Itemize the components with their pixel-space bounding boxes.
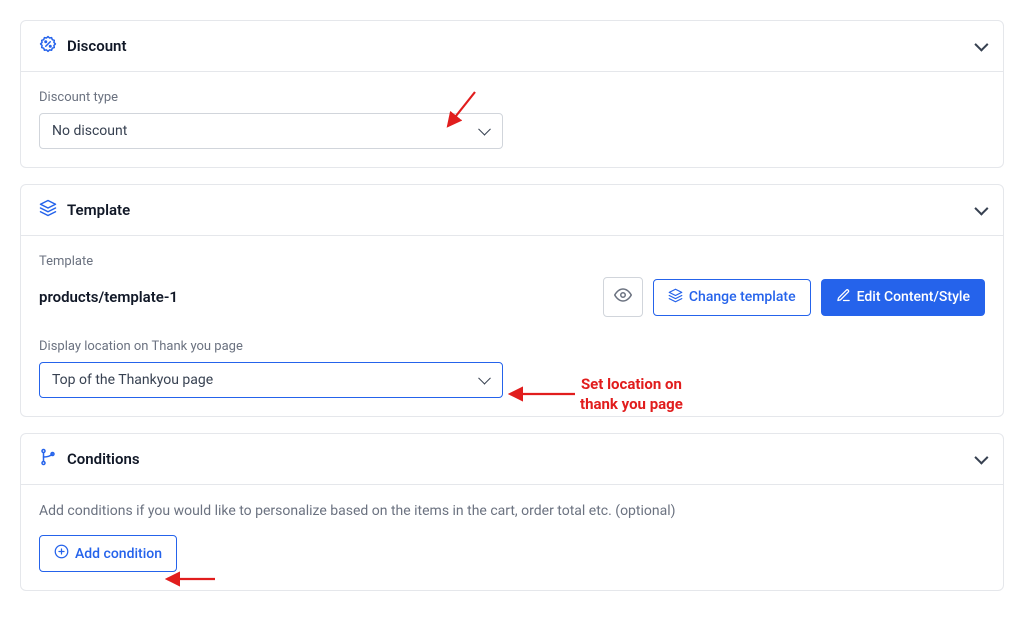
add-condition-button[interactable]: Add condition <box>39 535 177 572</box>
preview-button[interactable] <box>603 277 643 317</box>
template-card: Template Template products/template-1 <box>20 184 1004 417</box>
chevron-down-icon <box>974 451 988 465</box>
discount-badge-icon <box>39 35 57 57</box>
template-title: Template <box>67 201 130 219</box>
conditions-title: Conditions <box>67 450 140 468</box>
template-label: Template <box>39 254 985 269</box>
template-body: Template products/template-1 <box>21 235 1003 416</box>
layers-icon <box>668 288 683 307</box>
discount-type-select[interactable]: No discount <box>39 113 503 149</box>
conditions-header[interactable]: Conditions <box>21 434 1003 484</box>
discount-body: Discount type No discount <box>21 71 1003 167</box>
layers-icon <box>39 199 57 221</box>
conditions-body: Add conditions if you would like to pers… <box>21 484 1003 590</box>
edit-content-style-label: Edit Content/Style <box>857 289 970 305</box>
discount-type-label: Discount type <box>39 90 985 105</box>
pencil-icon <box>836 288 851 307</box>
display-location-select[interactable]: Top of the Thankyou page <box>39 362 503 398</box>
discount-title: Discount <box>67 37 126 55</box>
eye-icon <box>614 286 632 308</box>
display-location-label: Display location on Thank you page <box>39 339 985 354</box>
discount-card: Discount Discount type No discount <box>20 20 1004 168</box>
add-condition-label: Add condition <box>75 546 162 562</box>
change-template-button[interactable]: Change template <box>653 279 811 316</box>
branch-icon <box>39 448 57 470</box>
edit-content-style-button[interactable]: Edit Content/Style <box>821 279 985 316</box>
chevron-down-icon <box>974 38 988 52</box>
template-header[interactable]: Template <box>21 185 1003 235</box>
conditions-card: Conditions Add conditions if you would l… <box>20 433 1004 591</box>
template-name: products/template-1 <box>39 288 178 306</box>
plus-circle-icon <box>54 544 69 563</box>
change-template-label: Change template <box>689 289 796 305</box>
conditions-help-text: Add conditions if you would like to pers… <box>39 503 985 519</box>
discount-header[interactable]: Discount <box>21 21 1003 71</box>
chevron-down-icon <box>974 202 988 216</box>
